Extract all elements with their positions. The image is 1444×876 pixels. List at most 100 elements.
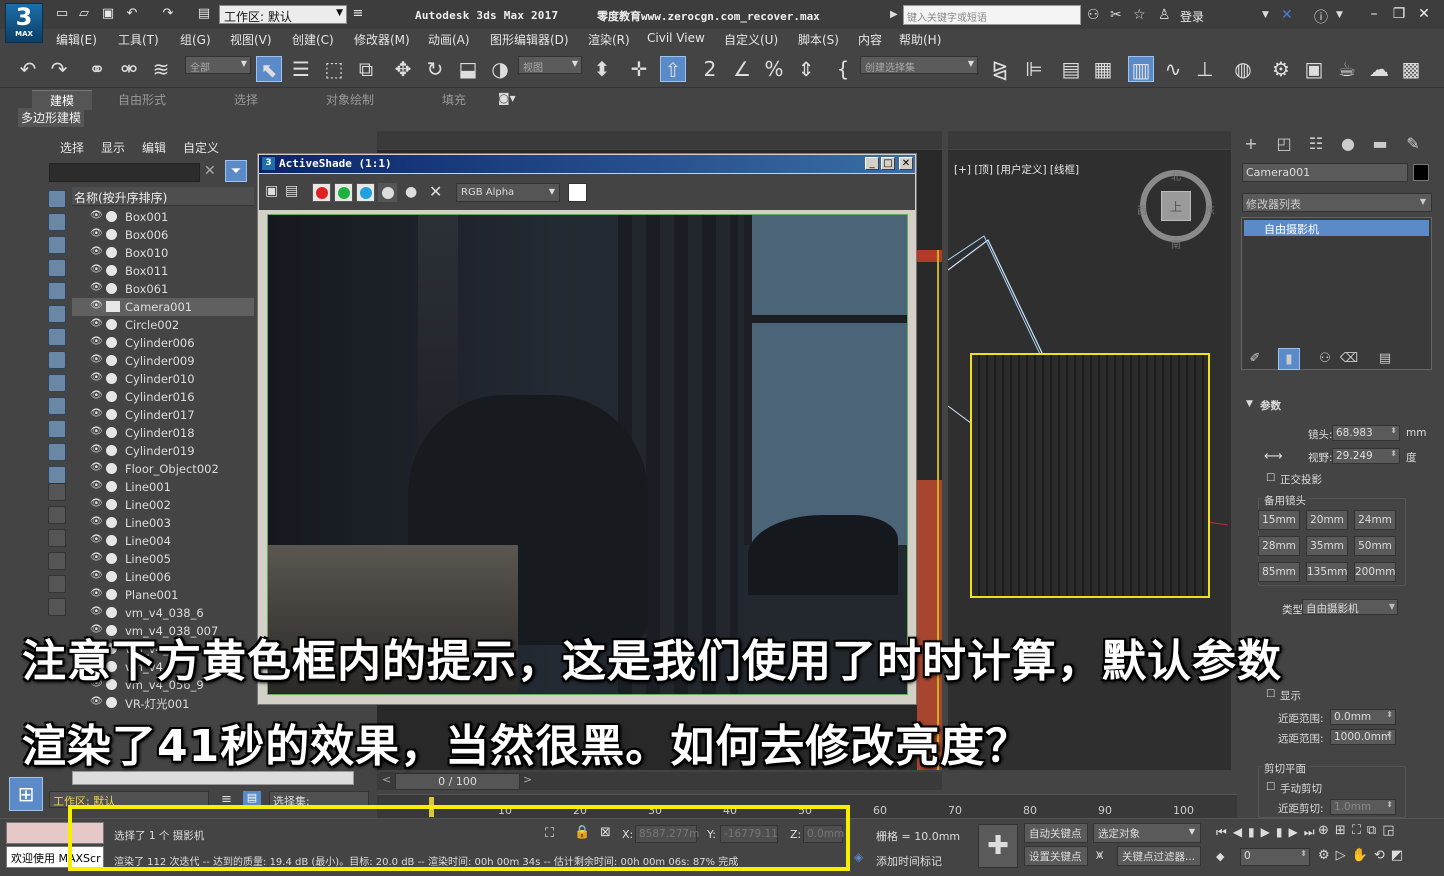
funnel-small-icon[interactable] <box>48 575 66 593</box>
explorer-row[interactable]: 👁 Plane001 <box>72 586 254 604</box>
configure-sets-icon[interactable]: ▤ <box>1374 348 1396 370</box>
undo-icon[interactable]: ↶ <box>15 56 41 82</box>
selection-filter-select[interactable]: 全部 ▼ <box>185 56 251 74</box>
open-file-icon[interactable]: ▱ <box>76 7 92 21</box>
spinner-arrows-icon[interactable]: ⬍ <box>1390 449 1397 458</box>
visibility-eye-icon[interactable]: 👁 <box>90 426 103 437</box>
set-key-big-icon[interactable]: ✚ <box>978 824 1018 868</box>
ribbon-options-icon[interactable]: ◙▾ <box>498 91 516 105</box>
visibility-eye-icon[interactable]: 👁 <box>90 354 103 365</box>
menu-graph-editors[interactable]: 图形编辑器(D) <box>490 31 569 48</box>
snap-toggle-icon[interactable]: 2 <box>697 56 723 82</box>
stock-lens-button[interactable]: 35mm <box>1306 536 1348 556</box>
zoom-icon[interactable]: ⊕ <box>1318 823 1335 838</box>
explorer-row[interactable]: 👁 Box010 <box>72 244 254 262</box>
play-icon[interactable]: ▶ <box>1261 825 1276 839</box>
scene-explorer-icon[interactable]: ▥ <box>1128 56 1154 82</box>
undo-icon[interactable]: ↶ <box>124 7 140 21</box>
explorer-row[interactable]: 👁 Line004 <box>72 532 254 550</box>
explorer-search-input[interactable] <box>49 163 200 182</box>
percent-snap-icon[interactable]: % <box>761 56 787 82</box>
render-iterative-icon[interactable]: ☁ <box>1366 56 1392 82</box>
named-selection-select[interactable]: 创建选择集 ▼ <box>860 56 978 74</box>
zoom-extents-all-icon[interactable]: ⧉ <box>1367 823 1382 838</box>
communication-icon[interactable]: ✂ <box>1110 7 1122 23</box>
display-props-icon[interactable] <box>48 483 66 501</box>
filter-funnel-icon[interactable]: ⏷ <box>225 160 247 182</box>
params-rollout-title[interactable]: 参数 <box>1260 398 1281 413</box>
menu-rendering[interactable]: 渲染(R) <box>588 31 630 48</box>
customize-qat-icon[interactable]: ≡ <box>350 7 366 21</box>
prev-frame-icon[interactable]: < <box>382 773 391 786</box>
visibility-eye-icon[interactable]: 👁 <box>90 246 103 257</box>
explorer-row[interactable]: 👁 Cylinder010 <box>72 370 254 388</box>
ribbon-polygon-modeling[interactable]: 多边形建模 <box>18 108 85 127</box>
redo-icon[interactable]: ↷ <box>160 7 176 21</box>
save-image-icon[interactable]: ▣ <box>265 183 278 199</box>
redo-icon[interactable]: ↷ <box>46 56 72 82</box>
minimize-icon[interactable]: _ <box>865 157 879 170</box>
menu-civil-view[interactable]: Civil View <box>647 31 705 45</box>
explorer-row[interactable]: 👁 Circle002 <box>72 316 254 334</box>
explorer-row[interactable]: 👁 Floor_Object002 <box>72 460 254 478</box>
show-cone-checkbox[interactable]: ☐ <box>1266 688 1275 700</box>
filter-frozen-icon[interactable] <box>48 420 66 438</box>
explorer-row[interactable]: 👁 Line003 <box>72 514 254 532</box>
keyboard-shortcut-icon[interactable]: ⇧ <box>660 56 686 82</box>
binoculars-icon[interactable]: ⚇ <box>1087 7 1100 23</box>
sign-in-link[interactable]: 登录 <box>1180 8 1204 25</box>
key-mode-select[interactable]: 选定对象 ▼ <box>1093 823 1201 843</box>
explorer-row[interactable]: 👁 Cylinder017 <box>72 406 254 424</box>
user-icon[interactable]: ♙ <box>1158 7 1171 23</box>
key-mode-toggle-icon[interactable]: ◆ <box>1216 850 1224 863</box>
explorer-row[interactable]: 👁 Line005 <box>72 550 254 568</box>
near-range-spinner[interactable]: 0.0mm ⬍ <box>1330 709 1396 725</box>
stock-lens-button[interactable]: 135mm <box>1306 562 1348 582</box>
menu-group[interactable]: 组(G) <box>180 31 211 48</box>
maximize-viewport-icon[interactable]: ◲ <box>1382 823 1400 838</box>
help-icon[interactable]: ⓘ <box>1314 7 1328 27</box>
ribbon-tab-modeling[interactable]: 建模 <box>32 90 93 110</box>
bind-space-warp-icon[interactable]: ≋ <box>148 56 174 82</box>
remove-modifier-icon[interactable]: ⌫ <box>1338 348 1360 370</box>
chevron-down-icon[interactable]: ▼ <box>1336 10 1343 20</box>
visibility-eye-icon[interactable]: 👁 <box>90 534 103 545</box>
unlink-icon[interactable]: ⚮ <box>116 56 142 82</box>
close-icon[interactable]: ✕ <box>1415 6 1433 22</box>
pan-icon[interactable]: ✋ <box>1352 848 1374 863</box>
stock-lens-button[interactable]: 50mm <box>1354 536 1396 556</box>
filter-all-icon[interactable] <box>48 466 66 484</box>
rect-selection-icon[interactable]: ⬚ <box>321 56 347 82</box>
time-tag-icon[interactable]: ◈ <box>854 850 863 864</box>
mono-channel-icon[interactable]: ● <box>405 184 417 200</box>
workspace-select[interactable]: 工作区: 默认 ▼ <box>219 5 347 24</box>
add-time-tag-button[interactable]: 添加时间标记 <box>876 853 942 869</box>
explorer-row[interactable]: 👁 Box061 <box>72 280 254 298</box>
explorer-row[interactable]: 👁 Cylinder016 <box>72 388 254 406</box>
modify-tab-icon[interactable]: ◰ <box>1273 133 1295 155</box>
visibility-eye-icon[interactable]: 👁 <box>90 570 103 581</box>
menu-animation[interactable]: 动画(A) <box>428 31 470 48</box>
filter-lights-icon[interactable] <box>48 236 66 254</box>
menu-customize[interactable]: 自定义(U) <box>724 31 778 48</box>
display-influences-icon[interactable] <box>48 529 66 547</box>
chevron-down-icon[interactable]: ▼ <box>1262 10 1269 20</box>
object-color-swatch[interactable] <box>1413 164 1429 181</box>
ribbon-tab-freeform[interactable]: 自由形式 <box>118 91 166 108</box>
select-by-name-icon[interactable]: ☰ <box>288 56 314 82</box>
fov-direction-icon[interactable]: ⟷ <box>1264 449 1283 464</box>
stock-lens-button[interactable]: 85mm <box>1258 562 1300 582</box>
far-range-spinner[interactable]: 1000.0mm ⬍ <box>1330 729 1396 745</box>
create-tab-icon[interactable]: + <box>1240 133 1262 155</box>
explorer-menu-edit[interactable]: 编辑 <box>142 139 166 156</box>
filter-shapes-icon[interactable] <box>48 213 66 231</box>
prev-key-icon[interactable]: ◀▮ <box>1233 825 1261 839</box>
visibility-eye-icon[interactable]: 👁 <box>90 480 103 491</box>
explorer-row[interactable]: 👁 Cylinder018 <box>72 424 254 442</box>
clear-search-icon[interactable]: ✕ <box>204 163 216 179</box>
explorer-row[interactable]: 👁 Line001 <box>72 478 254 496</box>
menu-views[interactable]: 视图(V) <box>230 31 272 48</box>
selected-object-highlight[interactable] <box>970 353 1210 598</box>
filter-bones-icon[interactable] <box>48 374 66 392</box>
hierarchy-tab-icon[interactable]: ☷ <box>1305 133 1327 155</box>
